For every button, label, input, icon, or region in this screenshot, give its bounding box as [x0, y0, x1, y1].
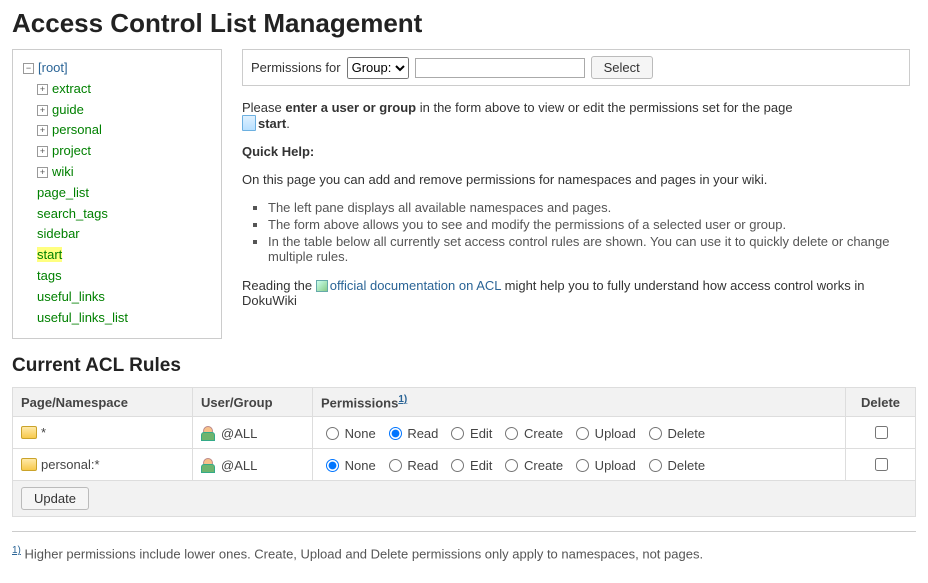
help-item-0: The left pane displays all available nam…: [268, 200, 910, 215]
expand-icon[interactable]: +: [37, 146, 48, 157]
col-permissions: Permissions1): [313, 388, 846, 417]
perm-radio-upload[interactable]: [576, 427, 589, 440]
tree-namespace-personal[interactable]: personal: [52, 122, 102, 137]
footnote: 1) Higher permissions include lower ones…: [12, 545, 916, 561]
help-item-2: In the table below all currently set acc…: [268, 234, 910, 264]
intro-suffix: in the form above to view or edit the pe…: [416, 100, 792, 115]
tree-page-useful_links_list[interactable]: useful_links_list: [37, 310, 128, 325]
rule-user: @ALL: [221, 426, 257, 441]
col-perm-label: Permissions: [321, 395, 398, 410]
divider: [12, 531, 916, 532]
perm-option-delete[interactable]: Delete: [644, 426, 705, 441]
perm-option-edit[interactable]: Edit: [446, 458, 492, 473]
tree-root-link[interactable]: [root]: [38, 60, 68, 75]
perm-option-create[interactable]: Create: [500, 458, 563, 473]
expand-icon[interactable]: +: [37, 167, 48, 178]
intro-page-name: start: [258, 116, 286, 131]
group-icon: [201, 425, 217, 441]
perm-radio-edit[interactable]: [451, 427, 464, 440]
tree-page-start[interactable]: start: [37, 247, 62, 262]
reading-note: Reading the official documentation on AC…: [242, 278, 910, 308]
quick-help-list: The left pane displays all available nam…: [246, 200, 910, 264]
folder-icon: [21, 426, 37, 439]
quick-help-lead: On this page you can add and remove perm…: [242, 172, 910, 187]
perm-option-read[interactable]: Read: [384, 458, 439, 473]
perm-option-read[interactable]: Read: [384, 426, 439, 441]
perm-footnote-link[interactable]: 1): [398, 394, 407, 405]
table-row: personal:* @ALL None Read Edit Create Upl…: [13, 449, 916, 481]
perm-option-none[interactable]: None: [321, 426, 376, 441]
intro-prefix: Please: [242, 100, 285, 115]
namespace-tree: −[root] + extract + guide + personal + project + w…: [12, 49, 222, 339]
rule-page: personal:*: [41, 457, 100, 472]
perm-option-edit[interactable]: Edit: [446, 426, 492, 441]
tree-page-sidebar[interactable]: sidebar: [37, 226, 80, 241]
tree-page-useful_links[interactable]: useful_links: [37, 289, 105, 304]
tree-namespace-guide[interactable]: guide: [52, 102, 84, 117]
footnote-marker[interactable]: 1): [12, 545, 21, 556]
col-delete: Delete: [846, 388, 916, 417]
col-user: User/Group: [193, 388, 313, 417]
perm-option-delete[interactable]: Delete: [644, 458, 705, 473]
expand-icon[interactable]: +: [37, 84, 48, 95]
perm-name-input[interactable]: [415, 58, 585, 78]
perm-radio-read[interactable]: [389, 427, 402, 440]
perm-radio-create[interactable]: [505, 427, 518, 440]
permission-form: Permissions for Group: Select: [242, 49, 910, 86]
expand-icon[interactable]: +: [37, 125, 48, 136]
reading-prefix: Reading the: [242, 278, 316, 293]
folder-icon: [21, 458, 37, 471]
acl-info-panel[interactable]: Permissions for Group: Select Please ent…: [242, 49, 916, 349]
perm-option-none[interactable]: None: [321, 458, 376, 473]
perm-form-label: Permissions for: [251, 60, 341, 75]
page-icon: [242, 115, 256, 131]
select-button[interactable]: Select: [591, 56, 653, 79]
intro-text: Please enter a user or group in the form…: [242, 100, 910, 131]
rule-user: @ALL: [221, 458, 257, 473]
group-icon: [201, 457, 217, 473]
page-title: Access Control List Management: [12, 8, 916, 39]
col-page: Page/Namespace: [13, 388, 193, 417]
delete-checkbox[interactable]: [875, 426, 888, 439]
expand-icon[interactable]: +: [37, 105, 48, 116]
perm-radio-create[interactable]: [505, 459, 518, 472]
perm-type-select[interactable]: Group:: [347, 57, 409, 79]
tree-namespace-extract[interactable]: extract: [52, 81, 91, 96]
perm-radio-upload[interactable]: [576, 459, 589, 472]
tree-namespace-project[interactable]: project: [52, 143, 91, 158]
perm-option-upload[interactable]: Upload: [571, 458, 636, 473]
perm-radio-none[interactable]: [326, 427, 339, 440]
footnote-text: Higher permissions include lower ones. C…: [21, 547, 703, 562]
perm-radio-read[interactable]: [389, 459, 402, 472]
help-item-1: The form above allows you to see and mod…: [268, 217, 910, 232]
external-link-icon: [316, 280, 328, 292]
intro-period: .: [286, 116, 290, 131]
tree-page-tags[interactable]: tags: [37, 268, 62, 283]
update-button[interactable]: Update: [21, 487, 89, 510]
tree-page-page_list[interactable]: page_list: [37, 185, 89, 200]
perm-option-create[interactable]: Create: [500, 426, 563, 441]
perm-radio-delete[interactable]: [649, 427, 662, 440]
perm-radio-edit[interactable]: [451, 459, 464, 472]
tree-namespace-wiki[interactable]: wiki: [52, 164, 74, 179]
acl-rules-table: Page/Namespace User/Group Permissions1) …: [12, 387, 916, 517]
collapse-icon[interactable]: −: [23, 63, 34, 74]
current-rules-heading: Current ACL Rules: [12, 355, 916, 377]
intro-bold: enter a user or group: [285, 100, 416, 115]
tree-page-search_tags[interactable]: search_tags: [37, 206, 108, 221]
rule-page: *: [41, 425, 46, 440]
perm-option-upload[interactable]: Upload: [571, 426, 636, 441]
acl-doc-link[interactable]: official documentation on ACL: [330, 278, 501, 293]
delete-checkbox[interactable]: [875, 458, 888, 471]
perm-radio-none[interactable]: [326, 459, 339, 472]
perm-radio-delete[interactable]: [649, 459, 662, 472]
table-row: * @ALL None Read Edit Create Upload Delet…: [13, 417, 916, 449]
quick-help-heading: Quick Help:: [242, 144, 314, 159]
